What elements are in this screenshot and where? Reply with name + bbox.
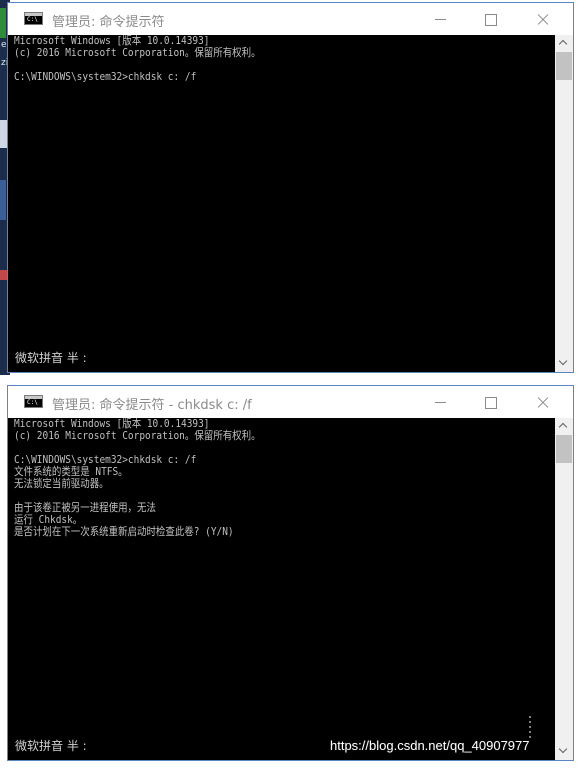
desktop-icon-fragment: [0, 180, 6, 220]
console-line: 是否计划在下一次系统重新启动时检查此卷? (Y/N): [14, 525, 234, 538]
title-bar[interactable]: C:\ 管理员: 命令提示符 - chkdsk c: /f: [8, 386, 573, 418]
scroll-thumb[interactable]: [556, 435, 572, 463]
console-line: 无法锁定当前驱动器。: [14, 477, 109, 490]
scroll-up-icon[interactable]: [555, 35, 573, 52]
scroll-down-icon[interactable]: [555, 355, 573, 372]
ime-status: 微软拼音 半 :: [15, 739, 87, 753]
minimize-button[interactable]: [419, 3, 463, 35]
console-output[interactable]: Microsoft Windows [版本 10.0.14393] (c) 20…: [8, 418, 555, 760]
desktop-text-fragment: e: [1, 40, 7, 50]
console-line: C:\WINDOWS\system32>chkdsk c: /f: [14, 70, 197, 83]
scroll-thumb[interactable]: [556, 52, 572, 80]
maximize-button[interactable]: [469, 386, 513, 418]
watermark-text: https://blog.csdn.net/qq_40907977: [330, 738, 530, 753]
console-window-icon: C:\: [24, 12, 43, 25]
title-bar[interactable]: C:\ 管理员: 命令提示符: [8, 3, 573, 35]
minimize-button[interactable]: [419, 386, 463, 418]
vertical-scrollbar[interactable]: [555, 35, 573, 372]
console-window-icon: C:\: [24, 395, 43, 408]
ime-status: 微软拼音 半 :: [15, 351, 87, 365]
console-output[interactable]: Microsoft Windows [版本 10.0.14393] (c) 20…: [8, 35, 555, 372]
vertical-scrollbar[interactable]: [555, 418, 573, 760]
window-title: 管理员: 命令提示符 - chkdsk c: /f: [52, 398, 252, 413]
scroll-up-icon[interactable]: [555, 418, 573, 435]
scroll-down-icon[interactable]: [555, 743, 573, 760]
close-button[interactable]: [521, 386, 565, 418]
console-line: (c) 2016 Microsoft Corporation。保留所有权利。: [14, 46, 261, 59]
close-button[interactable]: [521, 3, 565, 35]
window-title: 管理员: 命令提示符: [52, 15, 165, 30]
resize-grip-icon: [523, 716, 533, 738]
desktop-icon-fragment: [0, 8, 6, 38]
cmd-window-before[interactable]: C:\ 管理员: 命令提示符 Microsoft Windows [版本 10.…: [7, 2, 574, 373]
console-line: (c) 2016 Microsoft Corporation。保留所有权利。: [14, 429, 261, 442]
maximize-button[interactable]: [469, 3, 513, 35]
cmd-window-after[interactable]: C:\ 管理员: 命令提示符 - chkdsk c: /f Microsoft …: [7, 385, 574, 761]
